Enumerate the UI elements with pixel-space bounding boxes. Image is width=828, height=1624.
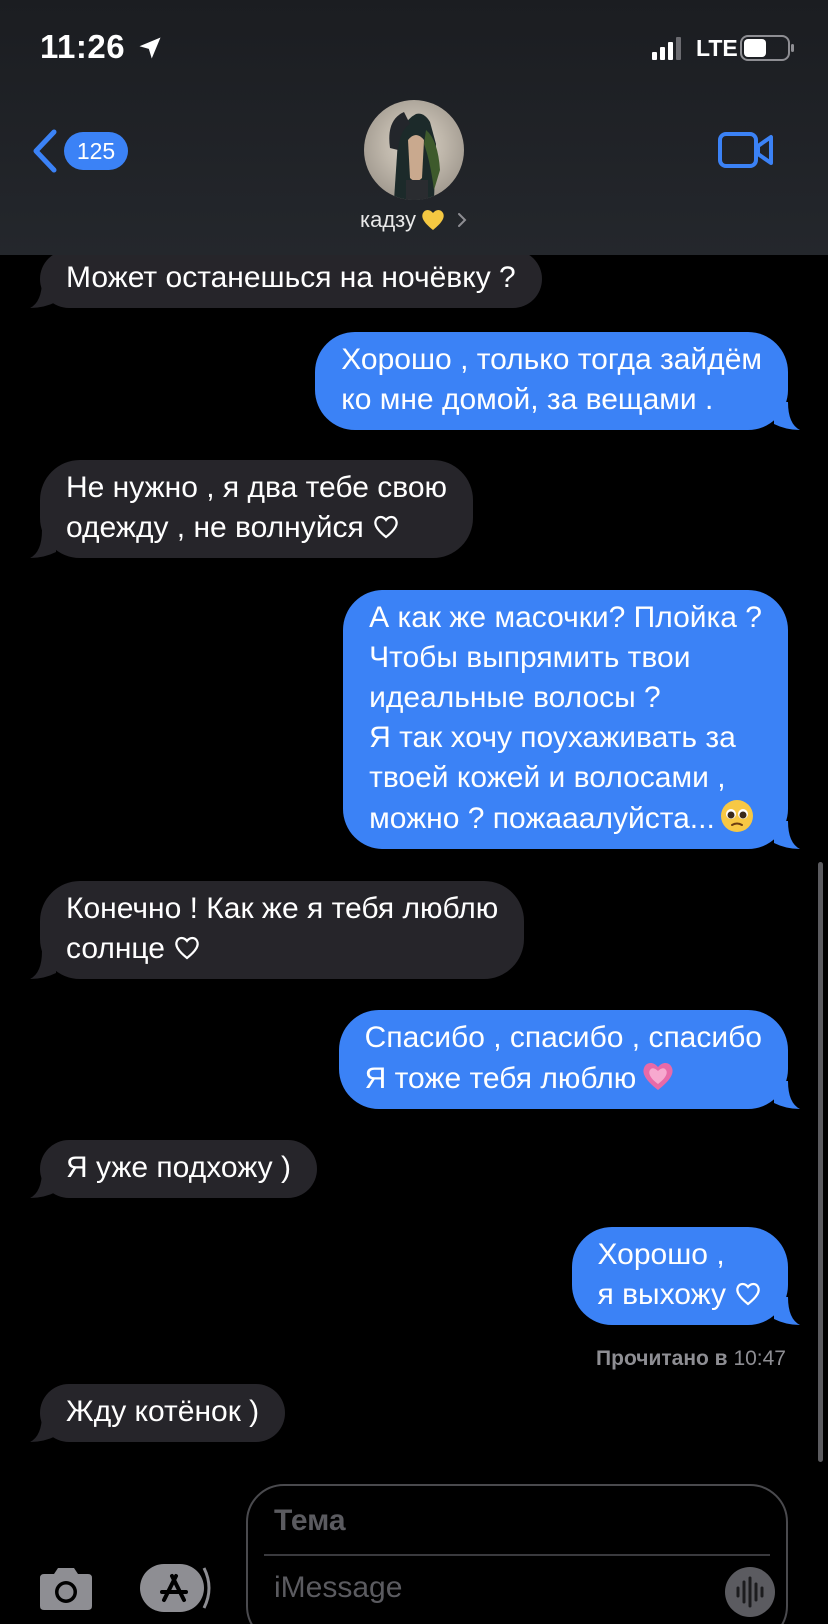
message-text: твоей кожей и волосами , — [369, 761, 726, 794]
message-text: Я тоже тебя люблю — [364, 1062, 637, 1095]
subject-input[interactable] — [274, 1502, 764, 1540]
contact-name-button[interactable]: кадзу — [0, 207, 828, 233]
bubble-tail — [774, 821, 800, 849]
message-text: А как же масочки? Плойка ? — [369, 601, 762, 634]
message-text: Конечно ! Как же я тебя люблю — [66, 892, 499, 925]
heart-outline-icon — [373, 515, 398, 539]
message-text: Я уже подхожу ) — [66, 1151, 291, 1184]
contact-avatar[interactable] — [364, 100, 464, 200]
message-text: Чтобы выпрямить твои — [369, 641, 691, 674]
message-text: Я так хочу поухаживать за — [369, 721, 736, 754]
back-button[interactable]: 125 — [30, 126, 128, 176]
bubble-tail — [30, 280, 56, 308]
message-text: Жду котёнок ) — [66, 1395, 260, 1428]
compose-box — [246, 1484, 788, 1624]
incoming-message[interactable]: Я уже подхожу ) — [30, 1140, 317, 1198]
audio-waveform-icon[interactable] — [724, 1566, 776, 1618]
message-text: Хорошо , только тогда зайдём — [341, 343, 762, 376]
bubble-tail — [30, 951, 56, 979]
incoming-message[interactable]: Может останешься на ночёвку ? — [30, 250, 542, 308]
avatar-figure-icon — [389, 112, 440, 200]
message-text: идеальные волосы ? — [369, 681, 661, 714]
message-text: одежду , не волнуйся — [66, 511, 364, 544]
video-call-icon[interactable] — [718, 130, 774, 170]
bubble-tail — [30, 1170, 56, 1198]
cellular-signal-icon — [652, 37, 681, 60]
bubble-tail — [774, 402, 800, 430]
message-text: Может останешься на ночёвку ? — [66, 261, 516, 294]
unread-count-badge: 125 — [64, 132, 128, 170]
heart-outline-icon — [736, 1282, 760, 1306]
location-arrow-icon — [139, 37, 161, 59]
outgoing-message[interactable]: А как же масочки? Плойка ? Чтобы выпрями… — [343, 590, 800, 849]
status-bar: 11:26 LTE — [0, 0, 828, 100]
message-text: Хорошо , — [597, 1238, 725, 1271]
app-store-icon[interactable] — [138, 1562, 214, 1614]
chevron-left-icon — [33, 129, 57, 173]
message-text: ко мне домой, за вещами . — [341, 383, 714, 416]
bubble-tail — [30, 530, 56, 558]
battery-icon — [740, 35, 794, 61]
message-text: я выхожу — [597, 1278, 727, 1311]
message-text: солнце — [66, 932, 165, 965]
read-receipt: Прочитано в 10:47 — [596, 1347, 786, 1371]
outgoing-message[interactable]: Спасибо , спасибо , спасибо Я тоже тебя … — [338, 1010, 800, 1109]
clock: 11:26 — [40, 28, 126, 65]
message-text: можно ? пожааалуйста... — [369, 802, 715, 835]
pink-heart-icon — [643, 1062, 673, 1090]
bubble-tail — [774, 1297, 800, 1325]
compose-divider — [264, 1554, 770, 1556]
incoming-message[interactable]: Конечно ! Как же я тебя люблю солнце — [30, 881, 525, 979]
bubble-tail — [30, 1414, 56, 1442]
message-input[interactable] — [274, 1568, 694, 1608]
contact-name: кадзу — [359, 207, 417, 232]
camera-icon[interactable] — [36, 1566, 96, 1612]
bubble-tail — [774, 1081, 800, 1109]
read-receipt-time: 10:47 — [733, 1347, 786, 1370]
message-text: Не нужно , я два тебе свою — [66, 471, 448, 504]
message-text: Спасибо , спасибо , спасибо — [364, 1021, 762, 1054]
scrollbar[interactable] — [818, 862, 823, 1462]
heart-outline-icon — [175, 936, 199, 960]
pleading-face-icon — [720, 800, 753, 832]
read-receipt-label: Прочитано в — [596, 1347, 728, 1370]
incoming-message[interactable]: Не нужно , я два тебе свою одежду , не в… — [30, 460, 474, 558]
chevron-right-icon — [458, 213, 467, 227]
network-type: LTE — [696, 35, 738, 61]
incoming-message[interactable]: Жду котёнок ) — [30, 1384, 286, 1442]
conversation-header: 11:26 LTE 125 кадзу — [0, 0, 828, 255]
outgoing-message[interactable]: Хорошо , только тогда зайдём ко мне домо… — [315, 332, 800, 430]
outgoing-message[interactable]: Хорошо , я выхожу — [571, 1227, 800, 1325]
yellow-heart-icon — [422, 210, 444, 230]
